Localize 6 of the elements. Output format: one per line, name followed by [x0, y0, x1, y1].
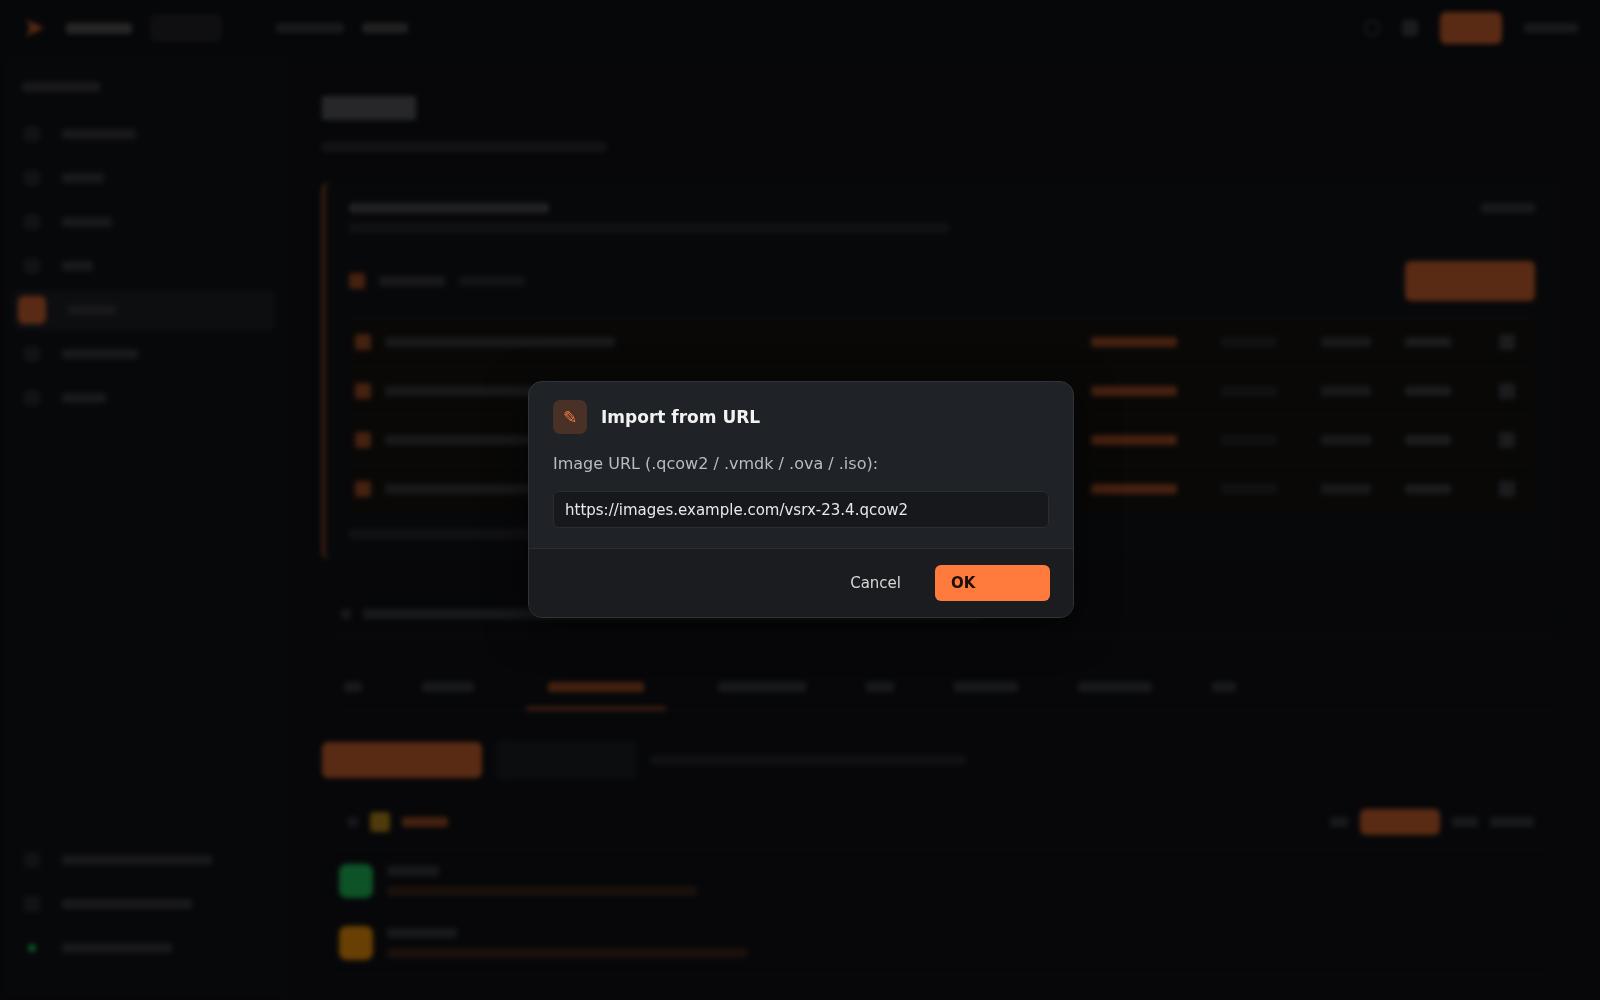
- ok-button[interactable]: OK: [935, 565, 1050, 601]
- cancel-button[interactable]: Cancel: [840, 566, 911, 600]
- dialog-title: Import from URL: [601, 407, 761, 427]
- url-field[interactable]: https://images.example.com/vsrx-23.4.qcow2: [553, 491, 1049, 528]
- pencil-icon: ✎: [553, 400, 587, 434]
- field-label: Image URL (.qcow2 / .vmdk / .ova / .iso):: [552, 453, 880, 473]
